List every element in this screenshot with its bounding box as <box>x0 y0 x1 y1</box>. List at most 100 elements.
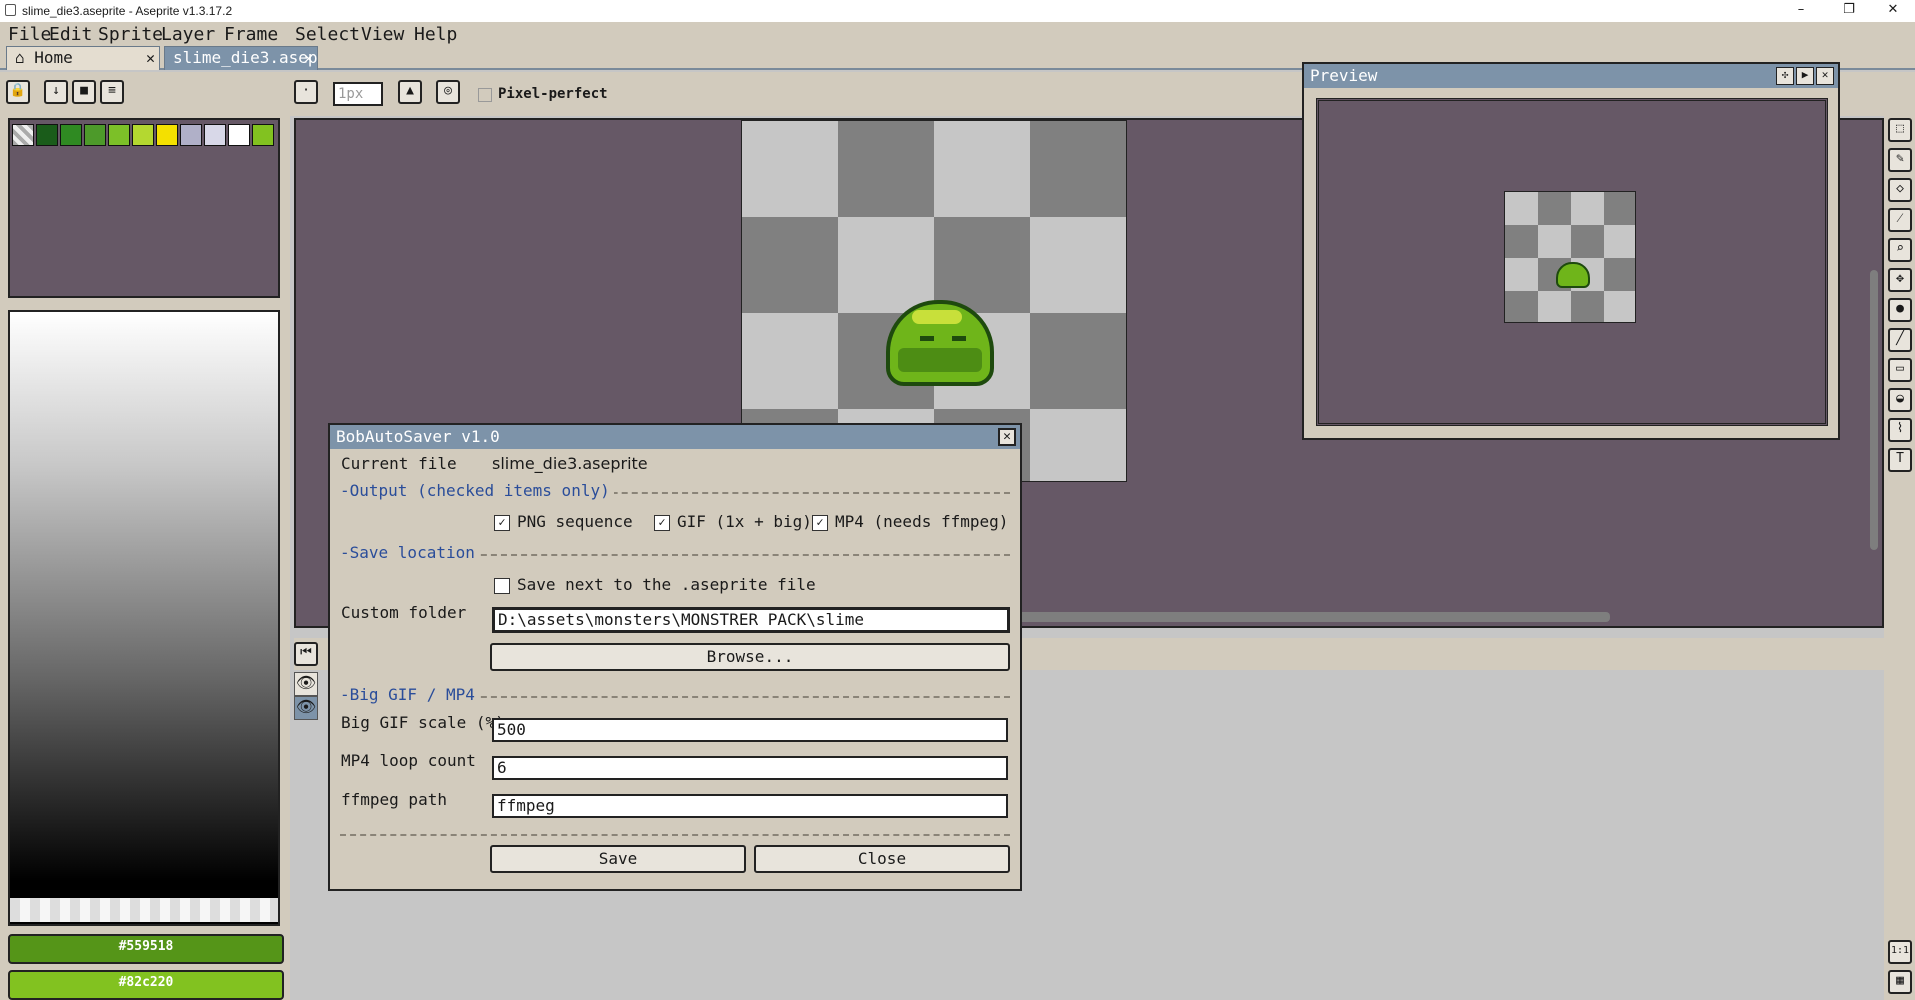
first-frame-icon[interactable]: ⏮ <box>294 642 318 666</box>
menu-layer[interactable]: Layer <box>161 24 215 45</box>
dialog-close-icon[interactable]: ✕ <box>998 428 1016 446</box>
menu-edit[interactable]: Edit <box>49 24 92 45</box>
brush-size-input[interactable]: 1px <box>333 82 383 106</box>
png-label: PNG sequence <box>517 512 633 531</box>
dialog-title: BobAutoSaver v1.0 <box>330 425 1020 449</box>
foreground-color-button[interactable]: #559518 <box>8 934 284 964</box>
pixel-perfect-label: Pixel-perfect <box>498 86 608 102</box>
custom-folder-input[interactable]: D:\assets\monsters\MONSTRER PACK\slime <box>492 607 1010 633</box>
tab-slime[interactable]: slime_die3.asep ✕ <box>164 46 318 70</box>
gif-scale-label: Big GIF scale (%) <box>341 713 505 732</box>
color-picker-gradient[interactable] <box>8 310 280 926</box>
preview-play-icon[interactable]: ▶ <box>1796 67 1814 85</box>
download-icon[interactable]: ↓ <box>44 80 68 104</box>
ffmpeg-path-input[interactable]: ffmpeg <box>492 794 1008 818</box>
stamp-icon[interactable]: ▲ <box>398 80 422 104</box>
tab-home[interactable]: ⌂ Home ✕ <box>6 46 160 70</box>
palette-swatch[interactable] <box>252 124 274 146</box>
eye-icon[interactable]: 👁 <box>294 672 318 696</box>
custom-folder-label: Custom folder <box>341 603 467 622</box>
preview-slime <box>1556 262 1590 288</box>
lock-icon[interactable]: 🔒 <box>6 80 30 104</box>
eraser-icon[interactable]: ◇ <box>1888 178 1912 202</box>
menu-bar: File Edit Sprite Layer Frame Select View… <box>0 22 1915 46</box>
pencil-icon[interactable]: ✎ <box>1888 148 1912 172</box>
tab-home-label: Home <box>34 48 73 67</box>
output-section-title: -Output (checked items only) <box>340 481 614 500</box>
zoom-icon[interactable]: ⌕ <box>1888 238 1912 262</box>
app-icon <box>5 4 16 16</box>
gif-checkbox[interactable]: ✓ <box>654 515 670 531</box>
minimize-button[interactable]: – <box>1779 0 1823 22</box>
palette-swatch[interactable] <box>84 124 106 146</box>
contour-icon[interactable]: ◒ <box>1888 388 1912 412</box>
save-location-section-title: -Save location <box>340 543 479 562</box>
slime-eye <box>952 336 966 341</box>
home-icon: ⌂ <box>15 48 25 67</box>
palette-swatch[interactable] <box>180 124 202 146</box>
palette-swatch[interactable] <box>132 124 154 146</box>
preview-sprite <box>1504 191 1636 323</box>
rectangle-icon[interactable]: ▭ <box>1888 358 1912 382</box>
current-file-label: Current file <box>341 454 457 473</box>
palette-swatch[interactable] <box>36 124 58 146</box>
png-checkbox[interactable]: ✓ <box>494 515 510 531</box>
big-gif-section-title: -Big GIF / MP4 <box>340 685 479 704</box>
close-dialog-button[interactable]: Close <box>754 845 1010 873</box>
timeline-toggle-icon[interactable]: ▦ <box>1888 970 1912 994</box>
brush-shape-icon[interactable]: · <box>294 80 318 104</box>
eyedropper-icon[interactable]: ⁄ <box>1888 208 1912 232</box>
current-file-value: slime_die3.aseprite <box>492 454 648 473</box>
palette-swatch[interactable] <box>60 124 82 146</box>
mp4-loop-input[interactable]: 6 <box>492 756 1008 780</box>
tab-slime-label: slime_die3.asep <box>173 48 318 67</box>
vertical-scrollbar[interactable] <box>1870 270 1878 550</box>
line-icon[interactable]: ╱ <box>1888 328 1912 352</box>
menu-help[interactable]: Help <box>414 24 457 45</box>
stop-icon[interactable]: ■ <box>72 80 96 104</box>
eye-icon[interactable]: 👁 <box>294 696 318 720</box>
palette-swatch[interactable] <box>156 124 178 146</box>
preview-mode-icon[interactable]: ✣ <box>1776 67 1794 85</box>
brush-preview-icon[interactable]: ◎ <box>436 80 460 104</box>
move-icon[interactable]: ✥ <box>1888 268 1912 292</box>
zoom-reset-button[interactable]: 1:1 <box>1888 940 1912 964</box>
menu-file[interactable]: File <box>8 24 51 45</box>
palette-swatch[interactable] <box>204 124 226 146</box>
palette-swatch[interactable] <box>108 124 130 146</box>
tools-panel: ⬚ ✎ ◇ ⁄ ⌕ ✥ ● ╱ ▭ ◒ ⌇ T 1:1 ▦ <box>1884 116 1915 1000</box>
palette-panel <box>8 118 280 298</box>
marquee-icon[interactable]: ⬚ <box>1888 118 1912 142</box>
slime-belly <box>898 348 982 372</box>
close-tab-icon[interactable]: ✕ <box>146 47 155 69</box>
window-title-bar: slime_die3.aseprite - Aseprite v1.3.17.2… <box>0 0 1915 22</box>
menu-view[interactable]: View <box>361 24 404 45</box>
slime-highlight <box>912 310 962 324</box>
menu-select[interactable]: Select <box>295 24 360 45</box>
slime-eye <box>920 336 934 341</box>
maximize-button[interactable]: ❐ <box>1827 0 1871 22</box>
menu-frame[interactable]: Frame <box>224 24 278 45</box>
browse-button[interactable]: Browse... <box>490 643 1010 671</box>
preview-title: Preview <box>1304 64 1838 88</box>
palette-swatch[interactable] <box>228 124 250 146</box>
blur-icon[interactable]: ⌇ <box>1888 418 1912 442</box>
transparent-swatch[interactable] <box>12 124 34 146</box>
close-tab-icon[interactable]: ✕ <box>304 47 313 69</box>
window-title: slime_die3.aseprite - Aseprite v1.3.17.2 <box>22 4 233 18</box>
mp4-label: MP4 (needs ffmpeg) <box>835 512 1009 531</box>
menu-list-icon[interactable]: ≡ <box>100 80 124 104</box>
save-next-checkbox[interactable] <box>494 578 510 594</box>
close-window-button[interactable]: ✕ <box>1871 0 1915 22</box>
mp4-loop-label: MP4 loop count <box>341 751 476 770</box>
background-color-button[interactable]: #82c220 <box>8 970 284 1000</box>
preview-close-icon[interactable]: ✕ <box>1816 67 1834 85</box>
menu-sprite[interactable]: Sprite <box>98 24 163 45</box>
gif-scale-input[interactable]: 500 <box>492 718 1008 742</box>
fill-icon[interactable]: ● <box>1888 298 1912 322</box>
save-button[interactable]: Save <box>490 845 746 873</box>
alpha-slider[interactable] <box>10 898 278 922</box>
text-icon[interactable]: T <box>1888 448 1912 472</box>
pixel-perfect-checkbox[interactable] <box>478 88 492 102</box>
mp4-checkbox[interactable]: ✓ <box>812 515 828 531</box>
